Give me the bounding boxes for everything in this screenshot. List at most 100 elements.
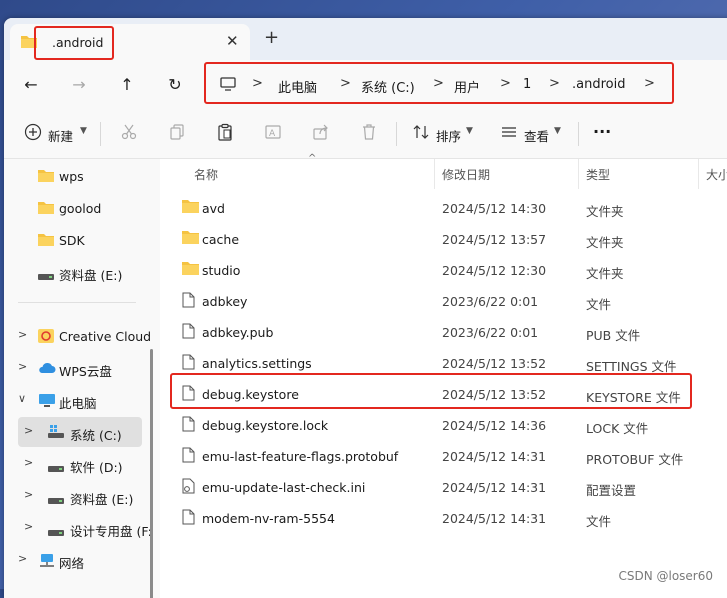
more-options-button[interactable]: ··· [593, 122, 611, 141]
toolbar-divider [396, 122, 397, 146]
column-header-type[interactable]: 类型 [586, 166, 610, 183]
file-type: 文件 [586, 514, 612, 529]
folder-icon [38, 201, 54, 217]
column-header-date[interactable]: 修改日期 [442, 166, 490, 183]
new-tab-button[interactable]: + [264, 29, 279, 47]
file-name: adbkey [202, 294, 248, 309]
file-date: 2024/5/12 12:30 [442, 263, 547, 278]
expand-chevron-icon[interactable]: > [24, 456, 33, 469]
command-toolbar: 新建 ▼ A 排序 ▼ 查看 ▼ ··· [4, 110, 727, 159]
file-row[interactable]: adbkey 2023/6/22 0:01 文件 [166, 286, 726, 317]
expand-chevron-icon[interactable]: > [24, 488, 33, 501]
file-date: 2024/5/12 14:36 [442, 418, 547, 433]
expand-chevron-icon[interactable]: > [24, 520, 33, 533]
creative-cloud-icon [38, 329, 54, 346]
column-divider[interactable] [698, 159, 699, 189]
folder-icon [182, 261, 199, 278]
sidebar-item-label: 系统 (C:) [70, 428, 122, 443]
sidebar-item-label: wps [59, 169, 84, 184]
file-date: 2024/5/12 14:31 [442, 449, 547, 464]
file-icon [182, 447, 195, 466]
file-row[interactable]: cache 2024/5/12 13:57 文件夹 [166, 224, 726, 255]
file-row[interactable]: emu-update-last-check.ini 2024/5/12 14:31… [166, 472, 726, 503]
sort-icon[interactable] [412, 123, 432, 143]
column-divider[interactable] [434, 159, 435, 189]
sidebar-item-this-pc[interactable]: ∨ 此电脑 [4, 385, 144, 415]
system-drive-icon [48, 425, 64, 442]
toolbar-divider [578, 122, 579, 146]
file-date: 2024/5/12 14:31 [442, 511, 547, 526]
sidebar-item-goolod[interactable]: goolod [4, 193, 144, 223]
sidebar-item-wps[interactable]: wps [4, 161, 144, 191]
sidebar-item-wps-cloud[interactable]: > WPS云盘 [4, 353, 144, 383]
file-name: analytics.settings [202, 356, 312, 371]
paste-icon[interactable] [216, 123, 236, 143]
sidebar-item-data-drive-e[interactable]: > 资料盘 (E:) [4, 481, 144, 511]
expand-chevron-icon[interactable]: > [18, 552, 27, 565]
sidebar-item-label: 软件 (D:) [70, 460, 123, 475]
file-icon [182, 416, 195, 435]
forward-button[interactable]: → [66, 72, 92, 98]
tab-highlight-box [34, 26, 114, 60]
expand-chevron-icon[interactable]: > [18, 328, 27, 341]
file-date: 2024/5/12 13:52 [442, 356, 547, 371]
settings-file-icon [182, 478, 196, 497]
back-button[interactable]: ← [18, 72, 44, 98]
sort-ascending-icon: ^ [308, 153, 317, 164]
file-date: 2023/6/22 0:01 [442, 325, 539, 340]
chevron-down-icon[interactable]: ▼ [466, 126, 473, 136]
file-row[interactable]: modem-nv-ram-5554 2024/5/12 14:31 文件 [166, 503, 726, 534]
sidebar-item-label: 资料盘 (E:) [59, 268, 123, 283]
column-divider[interactable] [578, 159, 579, 189]
folder-icon [182, 199, 199, 216]
share-icon[interactable] [312, 123, 332, 143]
column-header-size[interactable]: 大小 [706, 166, 727, 183]
delete-icon[interactable] [360, 123, 380, 143]
sidebar-item-software-d[interactable]: > 软件 (D:) [4, 449, 144, 479]
drive-icon [38, 269, 54, 284]
expand-chevron-icon[interactable]: > [18, 360, 27, 373]
sidebar-scrollbar[interactable] [150, 349, 153, 598]
computer-icon [38, 393, 56, 411]
new-icon[interactable] [24, 123, 44, 143]
collapse-chevron-icon[interactable]: ∨ [18, 392, 26, 405]
svg-text:A: A [269, 129, 276, 139]
file-type: PUB 文件 [586, 328, 641, 343]
file-date: 2024/5/12 14:31 [442, 480, 547, 495]
sort-button[interactable]: 排序 [436, 126, 461, 145]
expand-chevron-icon[interactable]: > [24, 424, 33, 437]
sidebar-item-creative-cloud[interactable]: > Creative Cloud [4, 321, 151, 351]
toolbar-divider [100, 122, 101, 146]
file-row[interactable]: avd 2024/5/12 14:30 文件夹 [166, 193, 726, 224]
file-type: 文件夹 [586, 235, 624, 250]
chevron-down-icon[interactable]: ▼ [80, 126, 87, 136]
close-tab-icon[interactable]: ✕ [226, 32, 239, 50]
file-date: 2024/5/12 14:30 [442, 201, 547, 216]
file-row[interactable]: debug.keystore.lock 2024/5/12 14:36 LOCK 文… [166, 410, 726, 441]
view-button[interactable]: 查看 [524, 126, 549, 145]
sidebar-item-label: 此电脑 [59, 396, 97, 411]
file-name: avd [202, 201, 225, 216]
file-icon [182, 509, 195, 528]
rename-icon[interactable]: A [264, 123, 284, 143]
drive-icon [48, 493, 64, 508]
sidebar-item-network[interactable]: > 网络 [4, 545, 144, 575]
refresh-button[interactable]: ↻ [162, 72, 188, 98]
sidebar-item-data-drive-e-quick[interactable]: 资料盘 (E:) [4, 257, 144, 287]
up-button[interactable]: ↑ [114, 72, 140, 98]
view-icon[interactable] [500, 123, 520, 143]
folder-icon [38, 169, 54, 185]
file-name: cache [202, 232, 240, 247]
sidebar-item-system-c[interactable]: > 系统 (C:) [18, 417, 142, 447]
file-row[interactable]: studio 2024/5/12 12:30 文件夹 [166, 255, 726, 286]
sidebar-item-sdk[interactable]: SDK [4, 225, 144, 255]
cut-icon[interactable] [120, 123, 140, 143]
copy-icon[interactable] [168, 123, 188, 143]
column-header-name[interactable]: 名称 [194, 166, 218, 183]
folder-icon [38, 233, 54, 249]
file-row[interactable]: adbkey.pub 2023/6/22 0:01 PUB 文件 [166, 317, 726, 348]
sidebar-item-design-drive-f[interactable]: > 设计专用盘 (F: [4, 513, 152, 543]
chevron-down-icon[interactable]: ▼ [554, 126, 561, 136]
new-button[interactable]: 新建 [48, 126, 73, 145]
file-row[interactable]: emu-last-feature-flags.protobuf 2024/5/12… [166, 441, 726, 472]
